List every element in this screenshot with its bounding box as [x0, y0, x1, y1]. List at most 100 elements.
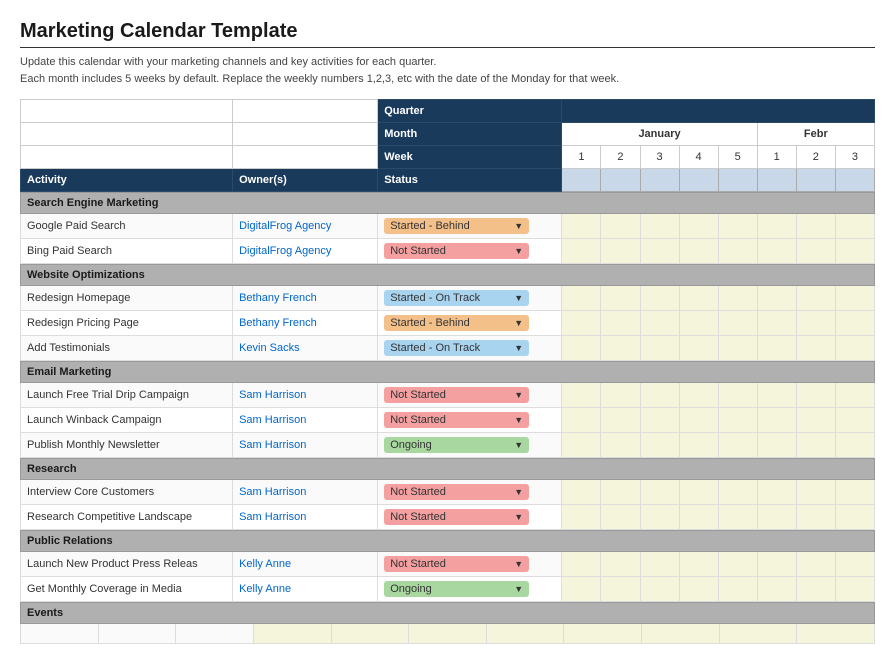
week-cell — [835, 577, 874, 602]
status-badge[interactable]: Started - On Track▼ — [384, 290, 529, 306]
week-num-2: 2 — [601, 146, 640, 169]
status-text: Not Started — [390, 558, 446, 570]
week-cell — [718, 214, 757, 239]
status-badge[interactable]: Ongoing▼ — [384, 581, 529, 597]
status-dropdown-arrow[interactable]: ▼ — [514, 487, 523, 497]
table-row: Google Paid SearchDigitalFrog AgencyStar… — [21, 214, 875, 239]
status-badge[interactable]: Started - On Track▼ — [384, 340, 529, 356]
section-table-1: Website OptimizationsRedesign HomepageBe… — [20, 264, 875, 361]
week-cell — [640, 311, 679, 336]
week-cell — [757, 383, 796, 408]
owner-link[interactable]: Bethany French — [239, 292, 317, 304]
owner-header: Owner(s) — [233, 169, 378, 192]
status-badge[interactable]: Not Started ▼ — [384, 556, 529, 572]
status-dropdown-arrow[interactable]: ▼ — [514, 343, 523, 353]
status-dropdown-arrow[interactable]: ▼ — [514, 584, 523, 594]
week-cell — [718, 480, 757, 505]
sections-container: Search Engine MarketingGoogle Paid Searc… — [20, 192, 875, 644]
activity-cell: Publish Monthly Newsletter — [21, 433, 233, 458]
owner-link[interactable]: DigitalFrog Agency — [239, 220, 331, 232]
section-row: Website Optimizations — [21, 265, 875, 286]
week-cell — [718, 505, 757, 530]
owner-link[interactable]: Sam Harrison — [239, 511, 306, 523]
quarter-row: Quarter — [21, 100, 875, 123]
status-dropdown-arrow[interactable]: ▼ — [514, 512, 523, 522]
week-cell — [757, 336, 796, 361]
status-text: Not Started — [390, 245, 446, 257]
status-dropdown-arrow[interactable]: ▼ — [514, 318, 523, 328]
status-badge[interactable]: Not Started▼ — [384, 509, 529, 525]
owner-link[interactable]: Sam Harrison — [239, 414, 306, 426]
owner-link[interactable]: DigitalFrog Agency — [239, 245, 331, 257]
owner-cell: Bethany French — [233, 286, 378, 311]
status-badge[interactable]: Not Started ▼ — [384, 484, 529, 500]
week-cell — [718, 239, 757, 264]
week-cell — [796, 505, 835, 530]
owner-link[interactable]: Sam Harrison — [239, 486, 306, 498]
activity-cell: Interview Core Customers — [21, 480, 233, 505]
status-dropdown-arrow[interactable]: ▼ — [514, 221, 523, 231]
page-wrapper: Marketing Calendar Template Update this … — [0, 0, 895, 654]
week-cell — [640, 408, 679, 433]
status-cell: Started - Behind▼ — [378, 311, 562, 336]
owner-link[interactable]: Kevin Sacks — [239, 342, 300, 354]
week-cell — [835, 505, 874, 530]
owner-link[interactable]: Sam Harrison — [239, 389, 306, 401]
status-badge[interactable]: Not Started ▼ — [384, 243, 529, 259]
section-row: Search Engine Marketing — [21, 193, 875, 214]
page-title: Marketing Calendar Template — [20, 20, 875, 43]
status-badge[interactable]: Started - Behind▼ — [384, 218, 529, 234]
table-row: Redesign HomepageBethany FrenchStarted -… — [21, 286, 875, 311]
section-table-3: ResearchInterview Core CustomersSam Harr… — [20, 458, 875, 530]
activity-cell: Bing Paid Search — [21, 239, 233, 264]
empty-cell — [486, 624, 564, 644]
owner-cell: Sam Harrison — [233, 505, 378, 530]
empty-cell — [564, 624, 642, 644]
section-row: Events — [21, 603, 875, 624]
status-dropdown-arrow[interactable]: ▼ — [514, 246, 523, 256]
activity-header: Activity — [21, 169, 233, 192]
section-header: Events — [21, 603, 875, 624]
status-cell: Started - Behind▼ — [378, 214, 562, 239]
section-header: Email Marketing — [21, 362, 875, 383]
status-badge[interactable]: Ongoing▼ — [384, 437, 529, 453]
week-cell — [757, 552, 796, 577]
status-badge[interactable]: Not Started▼ — [384, 412, 529, 428]
status-dropdown-arrow[interactable]: ▼ — [514, 415, 523, 425]
week-num-4: 4 — [679, 146, 718, 169]
status-cell: Not Started ▼ — [378, 552, 562, 577]
empty-cell — [409, 624, 487, 644]
section-header: Public Relations — [21, 531, 875, 552]
empty-cell — [233, 100, 378, 123]
week-row: Week 1 2 3 4 5 1 2 3 — [21, 146, 875, 169]
week-cell — [601, 286, 640, 311]
owner-link[interactable]: Sam Harrison — [239, 439, 306, 451]
owner-link[interactable]: Kelly Anne — [239, 558, 291, 570]
week-cell — [601, 552, 640, 577]
activity-cell: Research Competitive Landscape — [21, 505, 233, 530]
week-cell — [796, 311, 835, 336]
owner-link[interactable]: Kelly Anne — [239, 583, 291, 595]
week-cell — [679, 383, 718, 408]
quarter-label: Quarter — [378, 100, 562, 123]
owner-link[interactable]: Bethany French — [239, 317, 317, 329]
status-dropdown-arrow[interactable]: ▼ — [514, 293, 523, 303]
owner-cell: Sam Harrison — [233, 433, 378, 458]
week-cell — [835, 383, 874, 408]
status-dropdown-arrow[interactable]: ▼ — [514, 390, 523, 400]
status-dropdown-arrow[interactable]: ▼ — [514, 559, 523, 569]
status-badge[interactable]: Started - Behind▼ — [384, 315, 529, 331]
week-cell — [835, 336, 874, 361]
status-dropdown-arrow[interactable]: ▼ — [514, 440, 523, 450]
quarter-value — [562, 100, 875, 123]
week-cell — [679, 286, 718, 311]
week-cell — [679, 552, 718, 577]
week-cell — [718, 383, 757, 408]
owner-cell: DigitalFrog Agency — [233, 214, 378, 239]
week-cell — [718, 311, 757, 336]
status-badge[interactable]: Not Started▼ — [384, 387, 529, 403]
week-cell — [640, 577, 679, 602]
status-text: Not Started — [390, 486, 446, 498]
week-data-2 — [601, 169, 640, 192]
status-cell: Not Started▼ — [378, 408, 562, 433]
